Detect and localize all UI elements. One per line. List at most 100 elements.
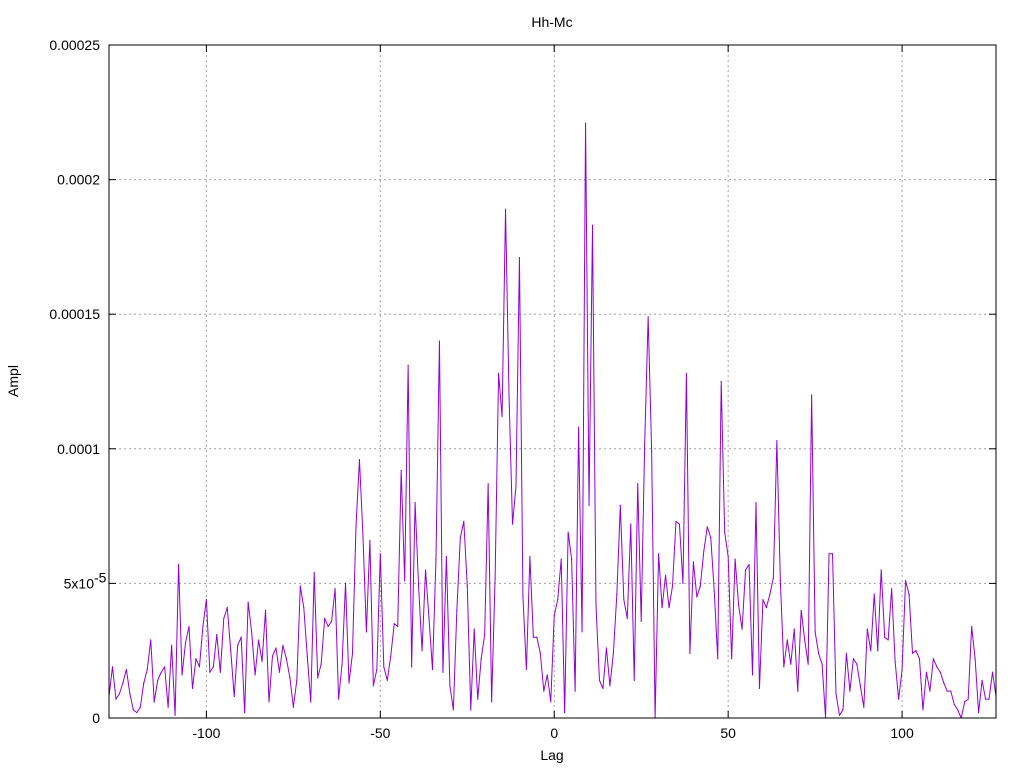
data-point xyxy=(929,690,931,692)
data-point xyxy=(320,663,322,665)
data-point xyxy=(139,706,141,708)
data-point xyxy=(264,609,267,611)
data-point xyxy=(285,658,287,660)
data-point xyxy=(619,504,621,506)
data-point xyxy=(143,682,145,684)
data-point xyxy=(484,633,486,636)
data-point xyxy=(877,650,879,652)
data-point xyxy=(167,706,169,708)
data-point xyxy=(772,577,774,579)
data-point xyxy=(856,663,858,665)
data-point xyxy=(244,712,246,714)
data-point xyxy=(964,701,966,703)
data-point xyxy=(602,687,604,689)
y-tick-label: 0.0002 xyxy=(57,172,100,188)
data-point xyxy=(171,644,173,646)
data-point xyxy=(407,364,409,366)
data-point xyxy=(682,582,684,585)
data-point xyxy=(685,372,688,375)
data-point xyxy=(769,593,771,595)
data-point xyxy=(644,442,646,445)
data-point xyxy=(442,671,444,673)
data-point xyxy=(925,671,928,673)
data-point xyxy=(783,666,785,668)
data-point xyxy=(814,631,816,633)
data-point xyxy=(971,625,973,628)
data-point xyxy=(522,596,524,598)
data-point xyxy=(466,585,468,587)
data-point xyxy=(720,380,722,383)
data-point xyxy=(209,671,211,673)
data-point xyxy=(675,520,677,523)
data-point xyxy=(984,698,987,700)
data-point xyxy=(706,526,708,528)
data-point xyxy=(271,655,274,657)
data-point xyxy=(640,620,642,622)
data-point xyxy=(605,647,608,649)
data-point xyxy=(946,690,948,692)
data-point xyxy=(452,709,454,711)
data-point xyxy=(445,555,448,558)
data-point xyxy=(807,663,809,665)
data-point xyxy=(431,668,434,671)
data-point xyxy=(793,628,795,630)
data-point xyxy=(536,636,538,638)
data-point xyxy=(237,644,239,646)
data-point xyxy=(873,593,875,595)
data-point xyxy=(922,709,924,711)
data-point xyxy=(424,569,427,571)
data-point xyxy=(198,666,201,668)
data-point xyxy=(637,483,639,485)
data-point xyxy=(146,668,148,671)
data-point xyxy=(313,572,315,574)
data-point xyxy=(463,520,465,523)
data-point xyxy=(762,598,764,601)
data-point xyxy=(435,558,437,560)
data-point xyxy=(397,625,399,628)
data-point xyxy=(400,469,402,471)
data-point xyxy=(546,674,548,676)
data-point xyxy=(849,690,851,692)
data-point xyxy=(331,620,333,622)
data-point xyxy=(317,677,319,679)
data-point xyxy=(390,655,392,657)
data-point xyxy=(348,682,350,684)
data-point xyxy=(414,502,416,504)
data-point xyxy=(386,679,388,681)
data-point xyxy=(164,666,166,668)
data-point xyxy=(247,601,249,603)
data-point xyxy=(939,671,941,673)
data-point xyxy=(456,609,458,611)
data-point xyxy=(553,615,555,617)
data-point xyxy=(967,698,969,700)
data-point xyxy=(525,668,528,671)
data-point xyxy=(233,695,235,698)
data-point xyxy=(550,701,552,703)
data-point xyxy=(299,585,301,587)
data-point xyxy=(664,574,667,576)
y-tick-label: 0 xyxy=(92,710,100,726)
data-point xyxy=(821,663,823,665)
data-point xyxy=(115,698,117,700)
data-point xyxy=(306,655,308,657)
series-line xyxy=(108,122,997,719)
data-point xyxy=(616,593,618,595)
data-point xyxy=(911,652,914,654)
data-point xyxy=(936,666,938,668)
data-point xyxy=(845,652,848,654)
data-point xyxy=(859,685,861,687)
data-point xyxy=(880,569,882,571)
data-point xyxy=(988,698,990,700)
data-point xyxy=(324,617,326,620)
data-point xyxy=(275,647,277,649)
data-point xyxy=(978,712,980,714)
data-point xyxy=(630,523,632,525)
data-point xyxy=(369,539,371,541)
data-point xyxy=(699,585,701,587)
data-point xyxy=(647,316,649,318)
data-point xyxy=(744,569,747,571)
data-point xyxy=(191,687,194,689)
data-point xyxy=(543,690,545,692)
x-axis-label: Lag xyxy=(540,747,563,763)
data-point xyxy=(362,534,364,536)
